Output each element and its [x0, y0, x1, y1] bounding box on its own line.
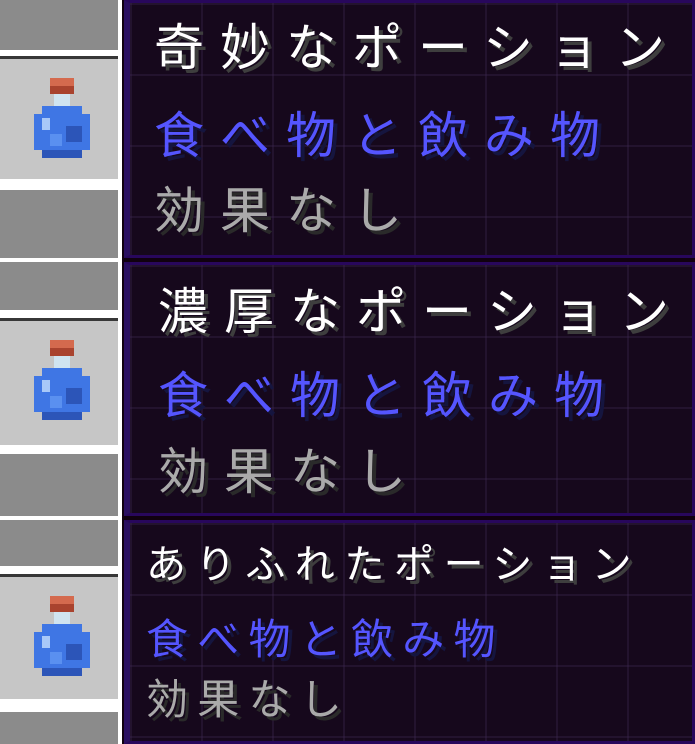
potion-name: 奇妙なポーション: [154, 19, 681, 77]
inventory-slot[interactable]: [0, 712, 118, 744]
inventory-slot-column: [0, 520, 118, 744]
inventory-slot[interactable]: [0, 262, 118, 310]
potion-effect: 効果なし: [146, 675, 351, 724]
potion-tooltip-panel-2: 濃厚なポーション 食べ物と飲み物 効果なし: [0, 260, 695, 518]
potion-name: 濃厚なポーション: [158, 283, 685, 341]
inventory-slot-selected[interactable]: [0, 318, 118, 448]
inventory-slot-column: [0, 262, 118, 516]
inventory-slot[interactable]: [0, 454, 118, 516]
potion-effect: 効果なし: [154, 182, 418, 240]
inventory-slot-column: [0, 0, 118, 258]
potion-tooltip-panel-1: 奇妙なポーション 食べ物と飲み物 効果なし: [0, 0, 695, 260]
item-tooltip: ありふれたポーション 食べ物と飲み物 効果なし: [122, 518, 695, 744]
potion-tooltip-panel-3: ありふれたポーション 食べ物と飲み物 効果なし: [0, 518, 695, 744]
potion-name: ありふれたポーション: [146, 542, 642, 588]
inventory-slot-selected[interactable]: [0, 574, 118, 702]
potion-category: 食べ物と飲み物: [154, 107, 616, 165]
potion-effect: 効果なし: [158, 443, 422, 501]
item-tooltip: 濃厚なポーション 食べ物と飲み物 効果なし: [122, 260, 695, 518]
potion-bottle-icon: [34, 596, 90, 676]
potion-bottle-icon: [34, 340, 90, 420]
inventory-slot-selected[interactable]: [0, 56, 118, 182]
inventory-slot[interactable]: [0, 0, 118, 50]
inventory-slot[interactable]: [0, 190, 118, 258]
inventory-slot[interactable]: [0, 520, 118, 566]
potion-category: 食べ物と飲み物: [146, 615, 505, 664]
potion-bottle-icon: [34, 78, 90, 158]
potion-category: 食べ物と飲み物: [158, 367, 620, 425]
item-tooltip: 奇妙なポーション 食べ物と飲み物 効果なし: [122, 0, 695, 260]
